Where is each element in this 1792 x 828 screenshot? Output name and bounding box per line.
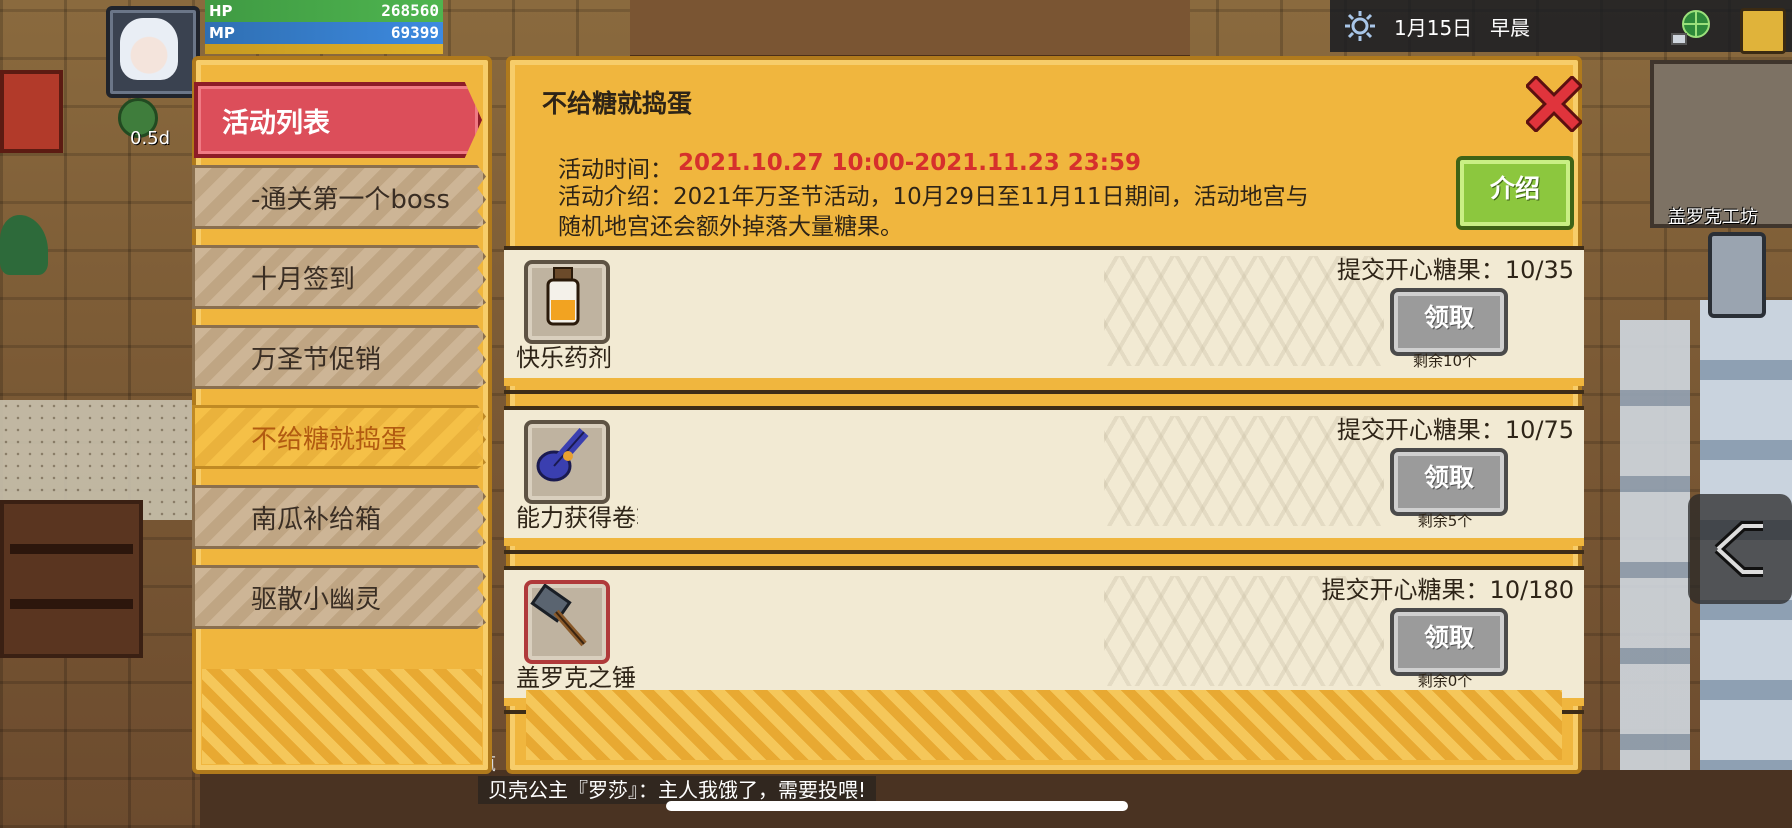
sidebar-item-pumpkin-box[interactable]: 南瓜补给箱 [192, 485, 486, 549]
hp-bar: HP 268560 [205, 0, 443, 22]
mp-bar: MP 69399 [205, 22, 443, 44]
sidebar-item-trick-or-treat[interactable]: 不给糖就捣蛋 [192, 405, 486, 469]
panel-pattern [526, 690, 1562, 760]
task-row: 盖罗克之锤 提交开心糖果：10/180 领取 剩余0个 [504, 566, 1584, 714]
hp-label: HP [209, 2, 233, 20]
remaining-count: 剩余10个 [1412, 352, 1478, 370]
date-bar: 1月15日 早晨 [1330, 0, 1792, 54]
buff-status[interactable]: 0.5d [112, 98, 172, 150]
claim-button[interactable]: 领取 [1390, 448, 1508, 516]
item-name: 能力获得卷轴 [516, 504, 638, 532]
event-time-label: 活动时间： [558, 157, 673, 183]
intro-button[interactable]: 介绍 [1456, 156, 1574, 230]
candy-requirement: 提交开心糖果：10/35 [1336, 256, 1574, 284]
sidebar-item-label: 不给糖就捣蛋 [251, 425, 408, 455]
item-slot[interactable] [524, 260, 610, 344]
sidebar-item-checkin[interactable]: 十月签到 [192, 245, 486, 309]
time-of-day-text: 早晨 [1490, 16, 1530, 40]
sidebar-item-label: 驱散小幽灵 [251, 585, 382, 615]
date-text: 1月15日 [1394, 16, 1473, 40]
task-row: 快乐药剂 提交开心糖果：10/35 领取 剩余10个 [504, 246, 1584, 394]
close-icon [1526, 76, 1582, 132]
item-name: 盖罗克之锤 [516, 664, 636, 692]
sidebar-item-label: 万圣节促销 [251, 345, 382, 375]
event-list-panel: 活动列表 -通关第一个boss 十月签到 万圣节促销 不给糖就捣蛋 南瓜补给箱 … [192, 56, 492, 774]
item-slot[interactable] [524, 580, 610, 664]
phone-icon[interactable] [1708, 232, 1766, 318]
stone-pillar [1620, 320, 1690, 828]
item-slot[interactable] [524, 420, 610, 504]
remaining-count: 剩余0个 [1417, 672, 1473, 690]
scroll-icon [536, 428, 589, 482]
claim-button[interactable]: 领取 [1390, 608, 1508, 676]
candy-requirement: 提交开心糖果：10/75 [1336, 416, 1574, 444]
branch-icon [1714, 521, 1763, 577]
mp-value: 69399 [390, 23, 439, 42]
task-row: 能力获得卷轴 提交开心糖果：10/75 领取 剩余5个 [504, 406, 1584, 554]
hammer-icon [530, 583, 587, 647]
event-list-title: 活动列表 [222, 108, 330, 139]
character-portrait [120, 18, 178, 80]
mp-label: MP [209, 24, 235, 42]
network-globe-icon[interactable] [1670, 8, 1712, 48]
event-detail-panel: 不给糖就捣蛋 活动时间： 2021.10.27 10:00-2021.11.23… [504, 56, 1584, 774]
sidebar-item-label: 十月签到 [251, 265, 356, 295]
event-modal: 活动列表 -通关第一个boss 十月签到 万圣节促销 不给糖就捣蛋 南瓜补给箱 … [180, 50, 1584, 776]
event-title: 不给糖就捣蛋 [542, 89, 693, 118]
sidebar-item-ghost[interactable]: 驱散小幽灵 [192, 565, 486, 629]
sidebar-item-sale[interactable]: 万圣节促销 [192, 325, 486, 389]
remaining-count: 剩余5个 [1417, 512, 1473, 530]
sun-icon [1345, 11, 1375, 41]
event-time-value: 2021.10.27 10:00-2021.11.23 23:59 [678, 150, 1141, 176]
bookshelf [0, 500, 143, 658]
floor-edge [200, 770, 1792, 828]
claim-button[interactable]: 领取 [1390, 288, 1508, 356]
sidebar-item-label: -通关第一个boss [251, 185, 450, 215]
event-list-header: 活动列表 [194, 82, 482, 158]
sidebar-item-label: 南瓜补给箱 [251, 505, 382, 535]
candy-requirement: 提交开心糖果：10/180 [1321, 576, 1574, 604]
red-furniture [0, 70, 63, 153]
event-description: 活动介绍：2021年万圣节活动，10月29日至11月11日期间，活动地宫与随机地… [558, 184, 1309, 240]
buff-duration: 0.5d [130, 128, 171, 149]
branch-menu-button[interactable] [1688, 494, 1792, 604]
sidebar-item-boss[interactable]: -通关第一个boss [192, 165, 486, 229]
location-label: 盖罗克工坊 [1668, 207, 1758, 228]
item-name: 快乐药剂 [516, 344, 612, 372]
home-indicator [666, 801, 1128, 811]
chat-message[interactable]: 贝壳公主『罗莎』：主人我饿了，需要投喂! [478, 776, 877, 804]
potion-icon [546, 267, 580, 326]
hp-value: 268560 [381, 1, 439, 20]
exit-icon[interactable] [1740, 8, 1786, 54]
close-button[interactable] [1526, 76, 1582, 132]
